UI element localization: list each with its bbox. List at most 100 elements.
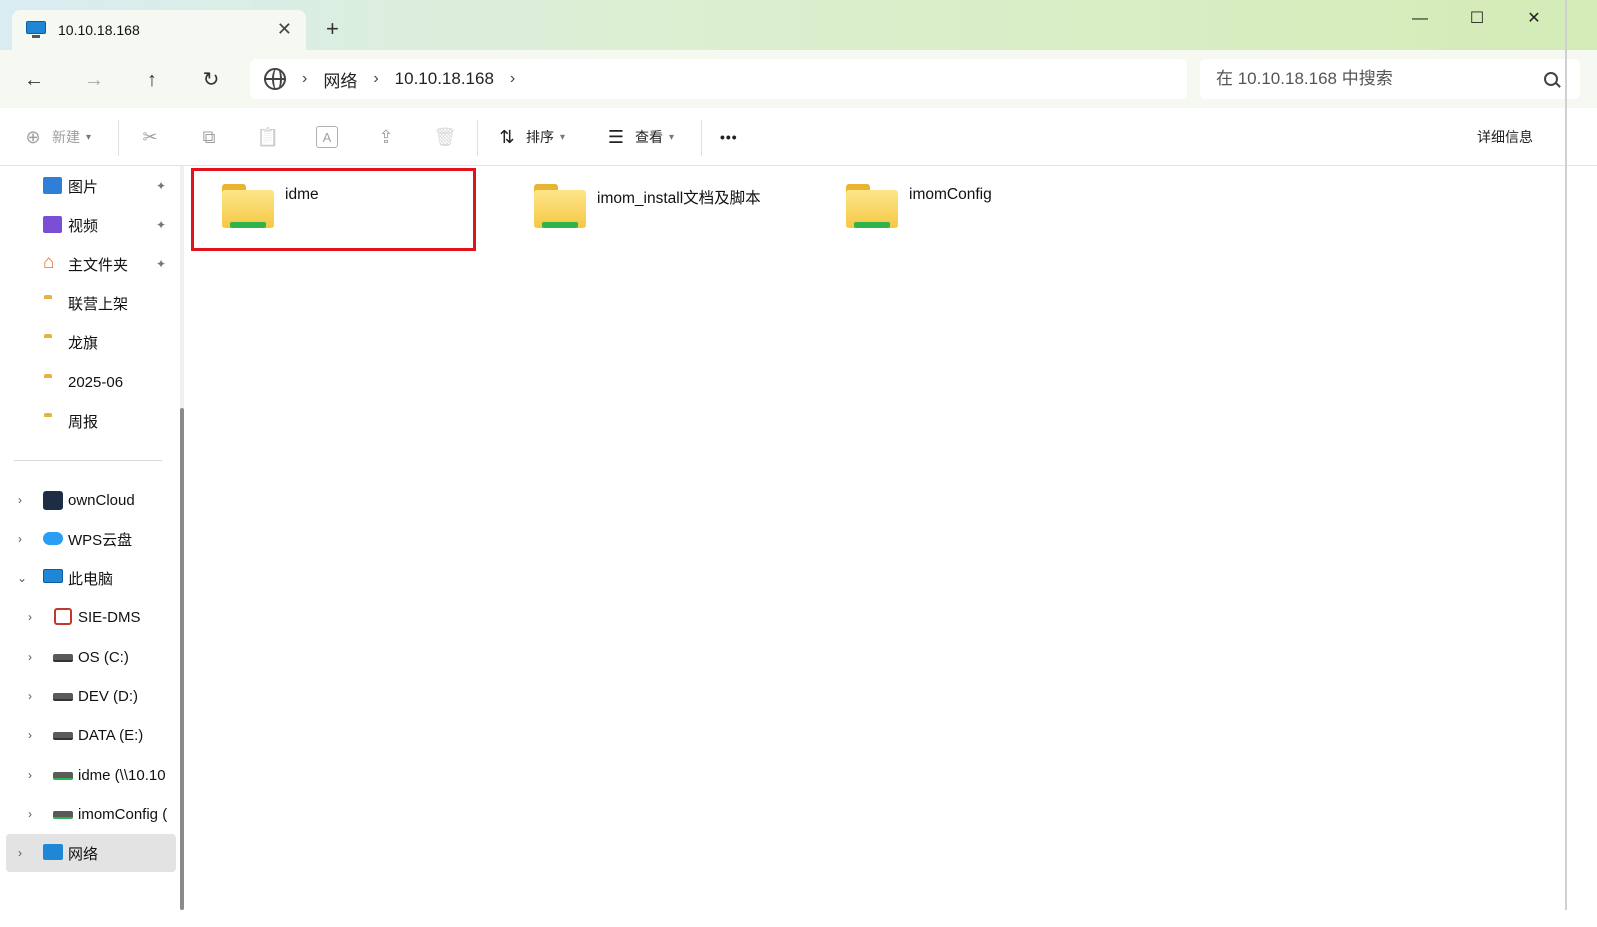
folder-name: imomConfig (909, 186, 992, 203)
sidebar-item-label: 视频 (68, 217, 99, 235)
chevron-right-icon[interactable]: › (28, 650, 32, 664)
cut-button[interactable]: ✂ (139, 122, 161, 152)
sidebar-item-label: WPS云盘 (68, 531, 133, 549)
sidebar-item-videos[interactable]: 视频 ✦ (0, 206, 176, 244)
sidebar-item-label: ownCloud (68, 491, 135, 509)
sidebar-item-folder[interactable]: 龙旗 (0, 323, 176, 361)
sidebar-item-wps-cloud[interactable]: › WPS云盘 (0, 520, 176, 558)
breadcrumb-chevron-icon[interactable]: › (510, 70, 515, 88)
sidebar-scrollbar[interactable] (180, 166, 184, 910)
search-icon[interactable] (1544, 72, 1558, 86)
view-label: 查看 (635, 129, 663, 145)
sidebar-item-pictures[interactable]: 图片 ✦ (0, 167, 176, 205)
sidebar-item-imomconfig-share[interactable]: › imomConfig ( (0, 795, 176, 833)
tab-close-icon[interactable]: ✕ (277, 20, 292, 38)
navigation-bar: ← → ↑ ↻ › 网络 › 10.10.18.168 › (0, 50, 1597, 108)
chevron-right-icon[interactable]: › (28, 728, 32, 742)
search-box[interactable] (1200, 59, 1580, 99)
address-bar[interactable]: › 网络 › 10.10.18.168 › (250, 59, 1187, 99)
drive-icon (53, 693, 73, 711)
sidebar-item-idme-share[interactable]: › idme (\\10.10 (0, 756, 176, 794)
new-button[interactable]: ⊕ 新建 ▾ (22, 122, 91, 152)
dms-icon (54, 608, 72, 625)
copy-icon: ⧉ (202, 126, 216, 147)
breadcrumb-chevron-icon[interactable]: › (302, 70, 307, 88)
sidebar-item-drive-c[interactable]: › OS (C:) (0, 638, 176, 676)
folder-item-imomconfig[interactable]: imomConfig (814, 166, 1104, 246)
folder-icon (44, 337, 64, 355)
network-icon (43, 844, 63, 860)
breadcrumb-host[interactable]: 10.10.18.168 (395, 69, 494, 89)
breadcrumb-chevron-icon[interactable]: › (373, 70, 378, 88)
chevron-right-icon[interactable]: › (18, 493, 22, 507)
view-button[interactable]: ☰ 查看 ▾ (605, 122, 674, 152)
cloud-icon (43, 532, 63, 545)
tab-current[interactable]: 10.10.18.168 ✕ (12, 10, 306, 50)
sidebar-item-home[interactable]: ⌂ 主文件夹 ✦ (0, 245, 176, 283)
sidebar-item-label: 联营上架 (68, 295, 129, 313)
chevron-right-icon[interactable]: › (28, 610, 32, 624)
plus-circle-icon: ⊕ (25, 126, 41, 147)
sidebar-item-drive-d[interactable]: › DEV (D:) (0, 677, 176, 715)
sidebar-divider (14, 460, 162, 461)
copy-button[interactable]: ⧉ (198, 122, 220, 152)
network-folder-icon (846, 184, 898, 230)
sort-button[interactable]: ⇅ 排序 ▾ (496, 122, 565, 152)
sidebar-item-label: 龙旗 (68, 334, 99, 352)
close-window-button[interactable]: ✕ (1522, 8, 1546, 30)
folder-icon (44, 377, 64, 395)
scrollbar-thumb[interactable] (180, 408, 184, 910)
sidebar-item-drive-e[interactable]: › DATA (E:) (0, 716, 176, 754)
new-label: 新建 (52, 129, 80, 145)
details-button[interactable]: 详细信息 (1477, 122, 1533, 152)
maximize-button[interactable]: ☐ (1465, 8, 1489, 30)
forward-button[interactable]: → (80, 66, 108, 94)
sidebar-item-network[interactable]: › 网络 (6, 834, 176, 872)
sidebar-item-label: DATA (E:) (78, 726, 144, 744)
chevron-right-icon[interactable]: › (18, 532, 22, 546)
sidebar-item-label: 网络 (68, 845, 99, 863)
home-icon: ⌂ (43, 252, 55, 273)
chevron-right-icon[interactable]: › (28, 768, 32, 782)
sidebar-item-folder[interactable]: 2025-06 (0, 363, 176, 401)
toolbar-divider (118, 120, 119, 156)
sidebar-item-label: 主文件夹 (68, 256, 129, 274)
drive-icon (53, 732, 73, 750)
chevron-down-icon: ▾ (86, 131, 92, 143)
minimize-button[interactable]: — (1408, 8, 1432, 30)
tab-title: 10.10.18.168 (58, 22, 140, 38)
sidebar-item-folder[interactable]: 联营上架 (0, 284, 176, 322)
chevron-right-icon[interactable]: › (18, 846, 22, 860)
command-toolbar: ⊕ 新建 ▾ ✂ ⧉ 📋 A ⇪ 🗑 ⇅ 排序 ▾ ☰ 查看 ▾ ••• 详细信… (0, 108, 1597, 166)
paste-button[interactable]: 📋 (257, 122, 279, 152)
sidebar-item-folder[interactable]: 周报 (0, 402, 176, 440)
sidebar-item-sie-dms[interactable]: › SIE-DMS (0, 598, 176, 636)
sidebar-item-label: idme (\\10.10 (78, 766, 166, 784)
up-button[interactable]: ↑ (138, 66, 166, 94)
file-list: idme imom_install文档及脚本 imomConfig (190, 166, 1590, 910)
sidebar-item-label: 图片 (68, 178, 99, 196)
delete-button[interactable]: 🗑 (434, 122, 457, 152)
sidebar-item-label: OS (C:) (78, 648, 129, 666)
search-input[interactable] (1216, 69, 1544, 89)
chevron-right-icon[interactable]: › (28, 807, 32, 821)
sidebar-item-label: SIE-DMS (78, 608, 141, 626)
sidebar-item-this-pc[interactable]: ⌄ 此电脑 (0, 559, 176, 597)
network-globe-icon (264, 68, 286, 90)
share-button[interactable]: ⇪ (375, 122, 397, 152)
sort-icon: ⇅ (499, 126, 515, 147)
os-drive-icon (53, 654, 73, 672)
scissors-icon: ✂ (142, 126, 158, 147)
more-options-button[interactable]: ••• (720, 122, 738, 152)
rename-button[interactable]: A (316, 122, 338, 152)
new-tab-button[interactable]: + (326, 18, 339, 40)
chevron-right-icon[interactable]: › (28, 689, 32, 703)
back-button[interactable]: ← (20, 66, 48, 94)
folder-item-imom-install[interactable]: imom_install文档及脚本 (502, 166, 792, 246)
sidebar-item-owncloud[interactable]: › ownCloud (0, 481, 176, 519)
window-right-border (1565, 0, 1567, 927)
breadcrumb-network[interactable]: 网络 (323, 67, 357, 92)
refresh-button[interactable]: ↻ (197, 66, 225, 94)
navigation-pane: 图片 ✦ 视频 ✦ ⌂ 主文件夹 ✦ 联营上架 龙旗 2025-06 周报 › … (0, 166, 180, 927)
chevron-down-icon[interactable]: ⌄ (17, 571, 27, 585)
